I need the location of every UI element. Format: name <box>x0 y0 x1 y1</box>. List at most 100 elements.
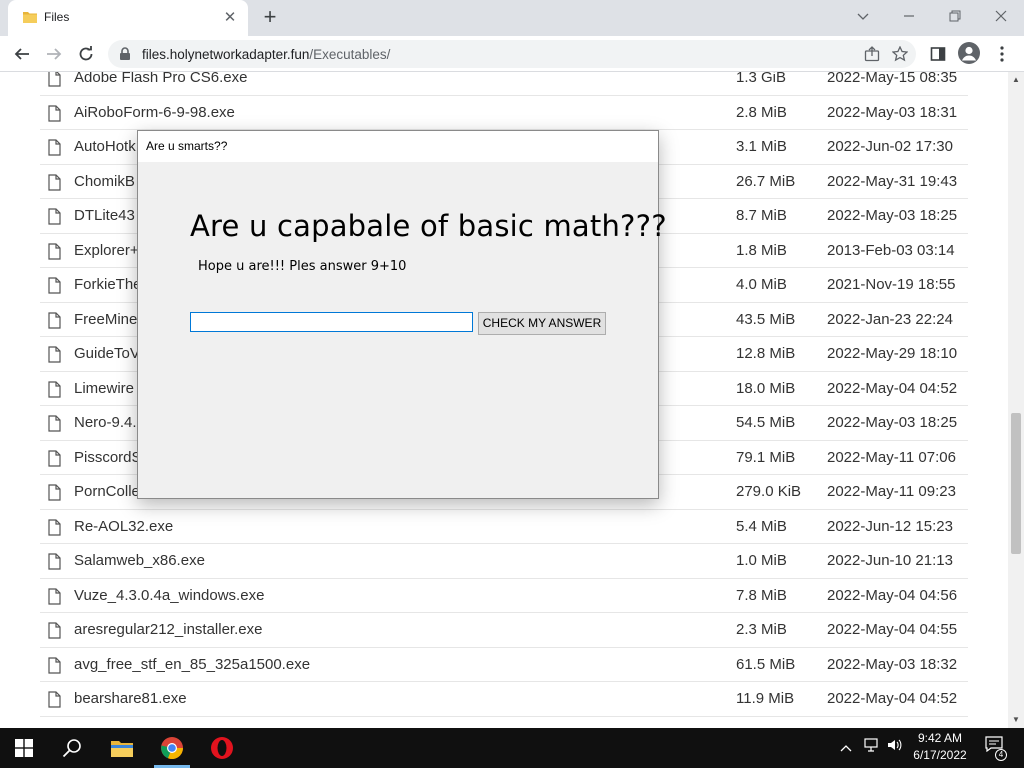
scroll-up-arrow-icon[interactable]: ▲ <box>1008 72 1024 88</box>
file-explorer-icon[interactable] <box>98 728 146 768</box>
tab-strip: Files ✕ + <box>0 0 1024 36</box>
lock-icon[interactable] <box>118 47 132 61</box>
windows-taskbar: 9:42 AM 6/17/2022 4 <box>0 728 1024 768</box>
check-answer-button[interactable]: CHECK MY ANSWER <box>478 312 606 335</box>
new-tab-button[interactable]: + <box>258 6 282 30</box>
file-row[interactable]: aresregular212_installer.exe 2.3 MiB 2022-… <box>40 613 968 648</box>
profile-avatar-icon[interactable] <box>958 42 980 64</box>
file-row[interactable]: Re-AOL32.exe 5.4 MiB 2022-Jun-12 15:23 <box>40 510 968 544</box>
math-dialog: Are u smarts?? Are u capabale of basic m… <box>137 130 667 499</box>
file-size: 1.3 GiB <box>736 72 787 86</box>
file-icon <box>48 691 61 708</box>
close-window-icon[interactable] <box>978 2 1024 32</box>
file-icon <box>48 277 61 294</box>
file-name-link[interactable]: GuideToV <box>74 345 140 362</box>
file-row[interactable]: Salamweb_x86.exe 1.0 MiB 2022-Jun-10 21:13 <box>40 544 968 579</box>
file-date: 2022-Jan-23 22:24 <box>827 310 953 328</box>
file-size: 18.0 MiB <box>736 379 796 397</box>
address-bar[interactable]: files.holynetworkadapter.fun/Executables… <box>108 40 916 68</box>
scrollbar-thumb[interactable] <box>1011 413 1021 554</box>
menu-kebab-icon[interactable] <box>990 42 1014 66</box>
file-date: 2022-May-04 04:55 <box>827 621 958 638</box>
file-name-link[interactable]: Re-AOL32.exe <box>74 518 173 535</box>
file-icon <box>48 415 61 432</box>
file-size: 1.8 MiB <box>736 241 787 259</box>
folder-icon <box>23 12 37 23</box>
file-size: 26.7 MiB <box>736 172 796 190</box>
file-row[interactable]: avg_free_stf_en_85_325a1500.exe 61.5 MiB 2… <box>40 648 968 682</box>
file-name-link[interactable]: PisscordS <box>74 449 142 466</box>
show-hidden-icons-chevron-up-icon[interactable] <box>836 728 856 768</box>
file-name-link[interactable]: bearshare81.exe <box>74 690 187 707</box>
file-size: 8.7 MiB <box>736 207 787 224</box>
tab-search-chevron-down-icon[interactable] <box>840 2 886 32</box>
file-name-link[interactable]: ForkieThe <box>74 276 142 293</box>
opera-icon[interactable] <box>198 728 246 768</box>
side-panel-icon[interactable] <box>926 42 950 66</box>
file-date: 2022-Jun-10 21:13 <box>827 552 953 569</box>
clock-date[interactable]: 6/17/2022 <box>905 748 975 762</box>
tab-close-icon[interactable]: ✕ <box>220 8 240 28</box>
file-name-link[interactable]: AiRoboForm-6-9-98.exe <box>74 104 235 121</box>
file-name-link[interactable]: Nero-9.4. <box>74 414 137 431</box>
file-name-link[interactable]: Adobe Flash Pro CS6.exe <box>74 72 247 86</box>
chrome-icon[interactable] <box>148 728 196 768</box>
file-name-link[interactable]: ChomikB <box>74 173 135 190</box>
file-icon <box>48 311 61 329</box>
file-icon <box>48 346 61 363</box>
file-size: 5.4 MiB <box>736 517 787 535</box>
file-date: 2022-May-29 18:10 <box>827 345 958 362</box>
file-name-link[interactable]: aresregular212_installer.exe <box>74 621 262 638</box>
share-icon[interactable] <box>860 42 884 66</box>
restore-icon[interactable] <box>932 2 978 32</box>
url-text: files.holynetworkadapter.fun/Executables… <box>142 47 391 62</box>
notifications-icon[interactable] <box>982 728 1006 768</box>
page-scrollbar[interactable]: ▲ ▼ <box>1008 72 1024 728</box>
clock-time[interactable]: 9:42 AM <box>905 731 975 745</box>
file-size: 12.8 MiB <box>736 345 796 362</box>
file-size: 11.9 MiB <box>736 690 795 707</box>
file-date: 2022-Jun-12 15:23 <box>827 517 953 535</box>
file-name-link[interactable]: Explorer+ <box>74 242 139 259</box>
file-size: 1.0 MiB <box>736 552 787 569</box>
tab-files[interactable]: Files ✕ <box>8 0 248 36</box>
dialog-subtext: Hope u are!!! Ples answer 9+10 <box>198 259 407 274</box>
file-name-link[interactable]: AutoHotk <box>74 138 136 155</box>
file-date: 2022-May-15 08:35 <box>827 72 958 86</box>
file-row[interactable]: Vuze_4.3.0.4a_windows.exe 7.8 MiB 2022-May… <box>40 579 968 613</box>
file-date: 2022-Jun-02 17:30 <box>827 138 953 155</box>
search-icon[interactable] <box>48 728 96 768</box>
forward-arrow-icon[interactable] <box>40 40 68 68</box>
file-name-link[interactable]: avg_free_stf_en_85_325a1500.exe <box>74 656 310 673</box>
reload-icon[interactable] <box>72 40 100 68</box>
back-arrow-icon[interactable] <box>8 40 36 68</box>
file-name-link[interactable]: DTLite43 <box>74 207 135 224</box>
file-size: 3.1 MiB <box>736 138 787 155</box>
dialog-heading: Are u capabale of basic math??? <box>190 209 667 243</box>
file-name-link[interactable]: Salamweb_x86.exe <box>74 552 205 569</box>
dialog-titlebar[interactable]: Are u smarts?? <box>138 131 658 162</box>
notification-count-badge: 4 <box>995 749 1007 761</box>
bookmark-star-icon[interactable] <box>888 42 912 66</box>
file-name-link[interactable]: Vuze_4.3.0.4a_windows.exe <box>74 587 264 604</box>
minimize-icon[interactable] <box>886 2 932 32</box>
file-name-link[interactable]: FreeMine <box>74 311 137 328</box>
file-row[interactable]: bearshare81.exe 11.9 MiB 2022-May-04 04:52 <box>40 682 968 717</box>
file-row[interactable]: Adobe Flash Pro CS6.exe 1.3 GiB 2022-May-1… <box>40 72 968 96</box>
answer-input[interactable] <box>190 312 473 332</box>
file-icon <box>48 208 61 225</box>
windows-start-icon[interactable] <box>0 728 48 768</box>
file-size: 2.8 MiB <box>736 103 787 121</box>
file-date: 2022-May-03 18:25 <box>827 207 958 224</box>
scroll-down-arrow-icon[interactable]: ▼ <box>1008 712 1024 728</box>
file-date: 2022-May-03 18:31 <box>827 103 958 121</box>
file-date: 2021-Nov-19 18:55 <box>827 276 956 293</box>
file-name-link[interactable]: Limewire <box>74 380 134 397</box>
volume-icon[interactable] <box>884 728 906 768</box>
file-row[interactable]: AiRoboForm-6-9-98.exe 2.8 MiB 2022-May-03 … <box>40 96 968 130</box>
tab-title: Files <box>44 10 70 24</box>
network-icon[interactable] <box>860 728 882 768</box>
file-size: 79.1 MiB <box>736 448 796 466</box>
file-icon <box>48 242 61 260</box>
file-size: 7.8 MiB <box>736 586 787 604</box>
